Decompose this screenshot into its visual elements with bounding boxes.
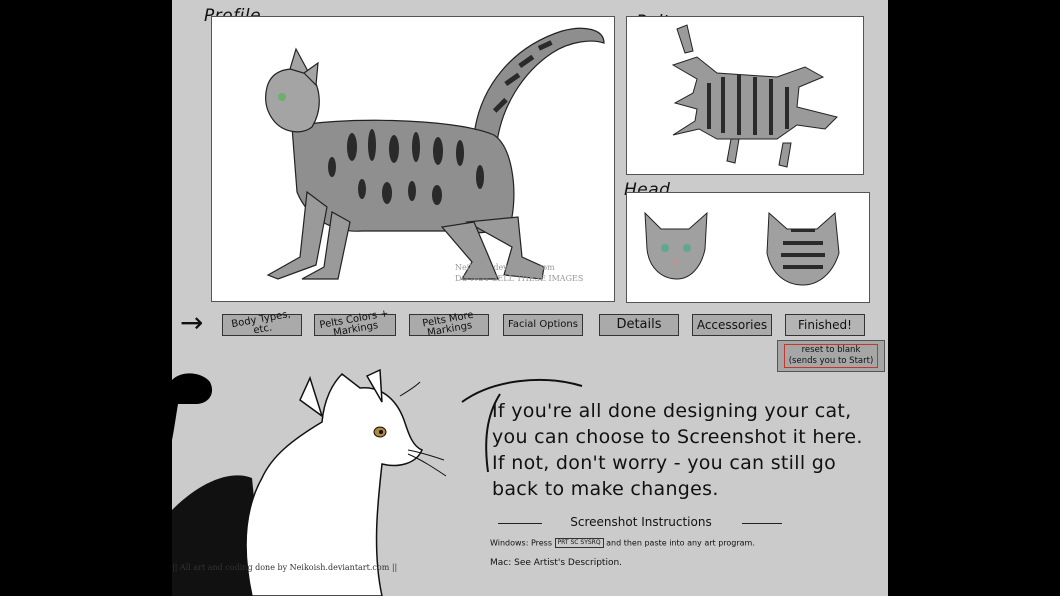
nav-accessories-label: Accessories — [696, 318, 768, 332]
reset-label-box: reset to blank (sends you to Start) — [784, 344, 878, 368]
game-stage: Profile — [172, 0, 888, 596]
reset-sublabel: (sends you to Start) — [788, 356, 874, 366]
nav-more-markings-label: Pelts More Markings — [421, 309, 475, 339]
nav-finished-label: Finished! — [798, 318, 852, 332]
watermark-url: Neikoish.deviantart.com — [455, 263, 555, 272]
printscreen-key-icon: PRT SC SYSRQ — [554, 538, 604, 548]
watermark-notice: DO NOT SELL THESE IMAGES — [455, 274, 584, 283]
nav-pelts-colors-button[interactable]: Pelts Colors + Markings — [314, 308, 396, 339]
nav-pelts-colors-label: Pelts Colors + Markings — [318, 308, 390, 339]
reset-label: reset to blank — [801, 345, 861, 355]
credit-text: || All art and coding done by Neikoish.d… — [172, 563, 398, 572]
nav-details-label: Details — [616, 317, 662, 332]
profile-panel: Neikoish.deviantart.com DO NOT SELL THES… — [211, 16, 615, 302]
nav-details-button[interactable]: Details — [599, 314, 679, 336]
windows-prefix: Windows: Press — [490, 538, 553, 548]
windows-instructions: Windows: Press PRT SC SYSRQ and then pas… — [490, 538, 755, 548]
mac-instructions: Mac: See Artist's Description. — [490, 558, 623, 568]
pelt-panel — [626, 16, 864, 175]
nav-facial-options-label: Facial Options — [508, 319, 578, 330]
windows-suffix: and then paste into any art program. — [606, 538, 755, 548]
head-illustration — [644, 211, 840, 286]
cat-profile-illustration — [265, 27, 605, 280]
nav-more-markings-button[interactable]: Pelts More Markings — [409, 310, 489, 339]
nav-facial-options-button[interactable]: Facial Options — [503, 314, 583, 336]
screenshot-instructions-title: Screenshot Instructions — [570, 515, 712, 529]
nav-finished-button[interactable]: Finished! — [785, 314, 865, 336]
narrator-cat-illustration — [172, 368, 447, 596]
nav-accessories-button[interactable]: Accessories — [692, 314, 772, 336]
finished-message: If you're all done designing your cat, y… — [492, 400, 863, 500]
divider-right — [742, 523, 782, 524]
head-panel — [626, 192, 870, 303]
nav-arrow-icon: → — [180, 306, 204, 339]
pelt-illustration — [671, 24, 838, 168]
nav-body-types-button[interactable]: Body Types, etc. — [222, 309, 302, 336]
reset-to-blank-button[interactable]: reset to blank (sends you to Start) — [777, 340, 885, 372]
nav-body-types-label: Body Types, etc. — [230, 308, 292, 337]
